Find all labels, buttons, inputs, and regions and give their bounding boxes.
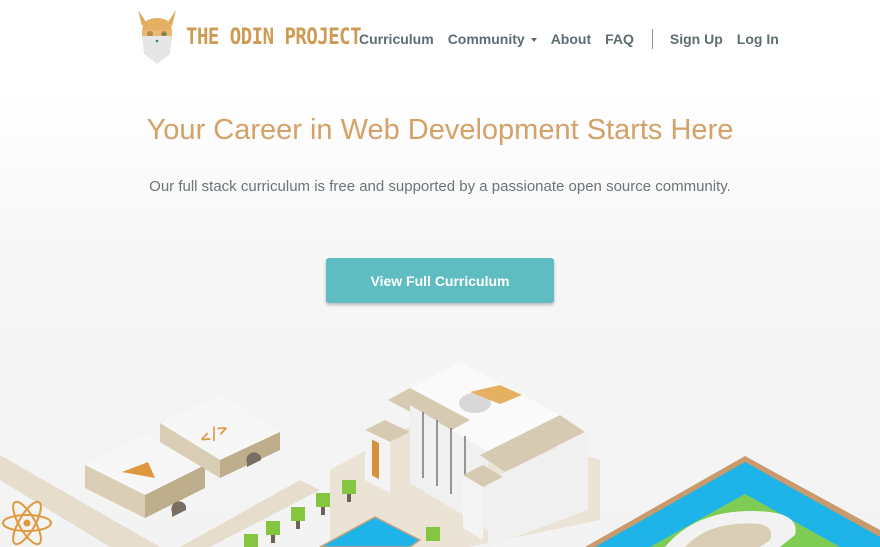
nav-community[interactable]: Community [448,31,537,47]
nav-divider [651,29,653,49]
home-logo-link[interactable]: THE ODIN PROJECT [136,8,362,66]
nav-curriculum[interactable]: Curriculum [359,31,434,47]
hero-title: Your Career in Web Development Starts He… [146,114,734,146]
nav-log-in[interactable]: Log In [737,31,779,47]
tree-icon [244,534,258,547]
brand-name: THE ODIN PROJECT [186,24,362,50]
tree-icon [291,507,305,529]
caret-down-icon [530,38,537,43]
tree-icon [316,493,330,515]
nav-menu: Curriculum Community About FAQ Sign Up L… [359,29,793,49]
tree-icon [266,521,280,543]
nav-sign-up[interactable]: Sign Up [670,31,723,47]
hero-subtitle: Our full stack curriculum is free and su… [149,178,731,195]
top-navbar: THE ODIN PROJECT Curriculum Community Ab… [0,0,880,75]
isometric-campus-illustration: </> [0,362,880,547]
view-full-curriculum-button[interactable]: View Full Curriculum [326,258,554,303]
nav-about[interactable]: About [551,31,591,47]
odin-viking-head-icon [138,10,176,64]
colosseum-area [585,456,880,547]
tree-icon [426,527,440,541]
nav-community-label: Community [447,31,525,47]
nav-faq[interactable]: FAQ [605,31,634,47]
